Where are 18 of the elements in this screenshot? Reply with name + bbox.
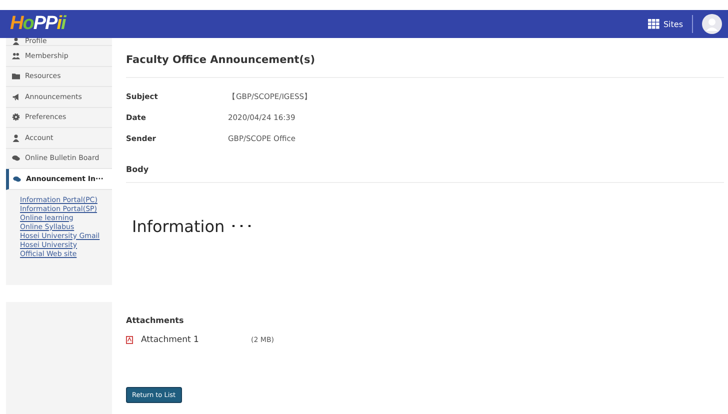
person-icon <box>12 38 20 45</box>
sites-link[interactable]: Sites <box>663 20 683 28</box>
grid-icon[interactable] <box>648 19 660 29</box>
avatar-icon[interactable] <box>702 14 722 34</box>
pdf-icon <box>126 336 133 344</box>
section-heading: Attachments <box>126 316 185 325</box>
megaphone-icon <box>12 92 20 101</box>
group-icon <box>12 52 20 60</box>
chat-icon <box>12 154 20 162</box>
chat-icon <box>13 174 21 183</box>
page-title: Faculty Office Announcement(s) <box>126 54 724 78</box>
folder-icon <box>12 72 20 80</box>
attachment-link[interactable]: Attachment 1 <box>141 335 251 345</box>
person-icon <box>12 134 20 142</box>
section-heading: Body <box>126 165 724 183</box>
logo[interactable]: HoPPii <box>10 13 66 35</box>
settings-icon <box>12 113 20 122</box>
body-text: Information ･･･ <box>132 217 255 236</box>
